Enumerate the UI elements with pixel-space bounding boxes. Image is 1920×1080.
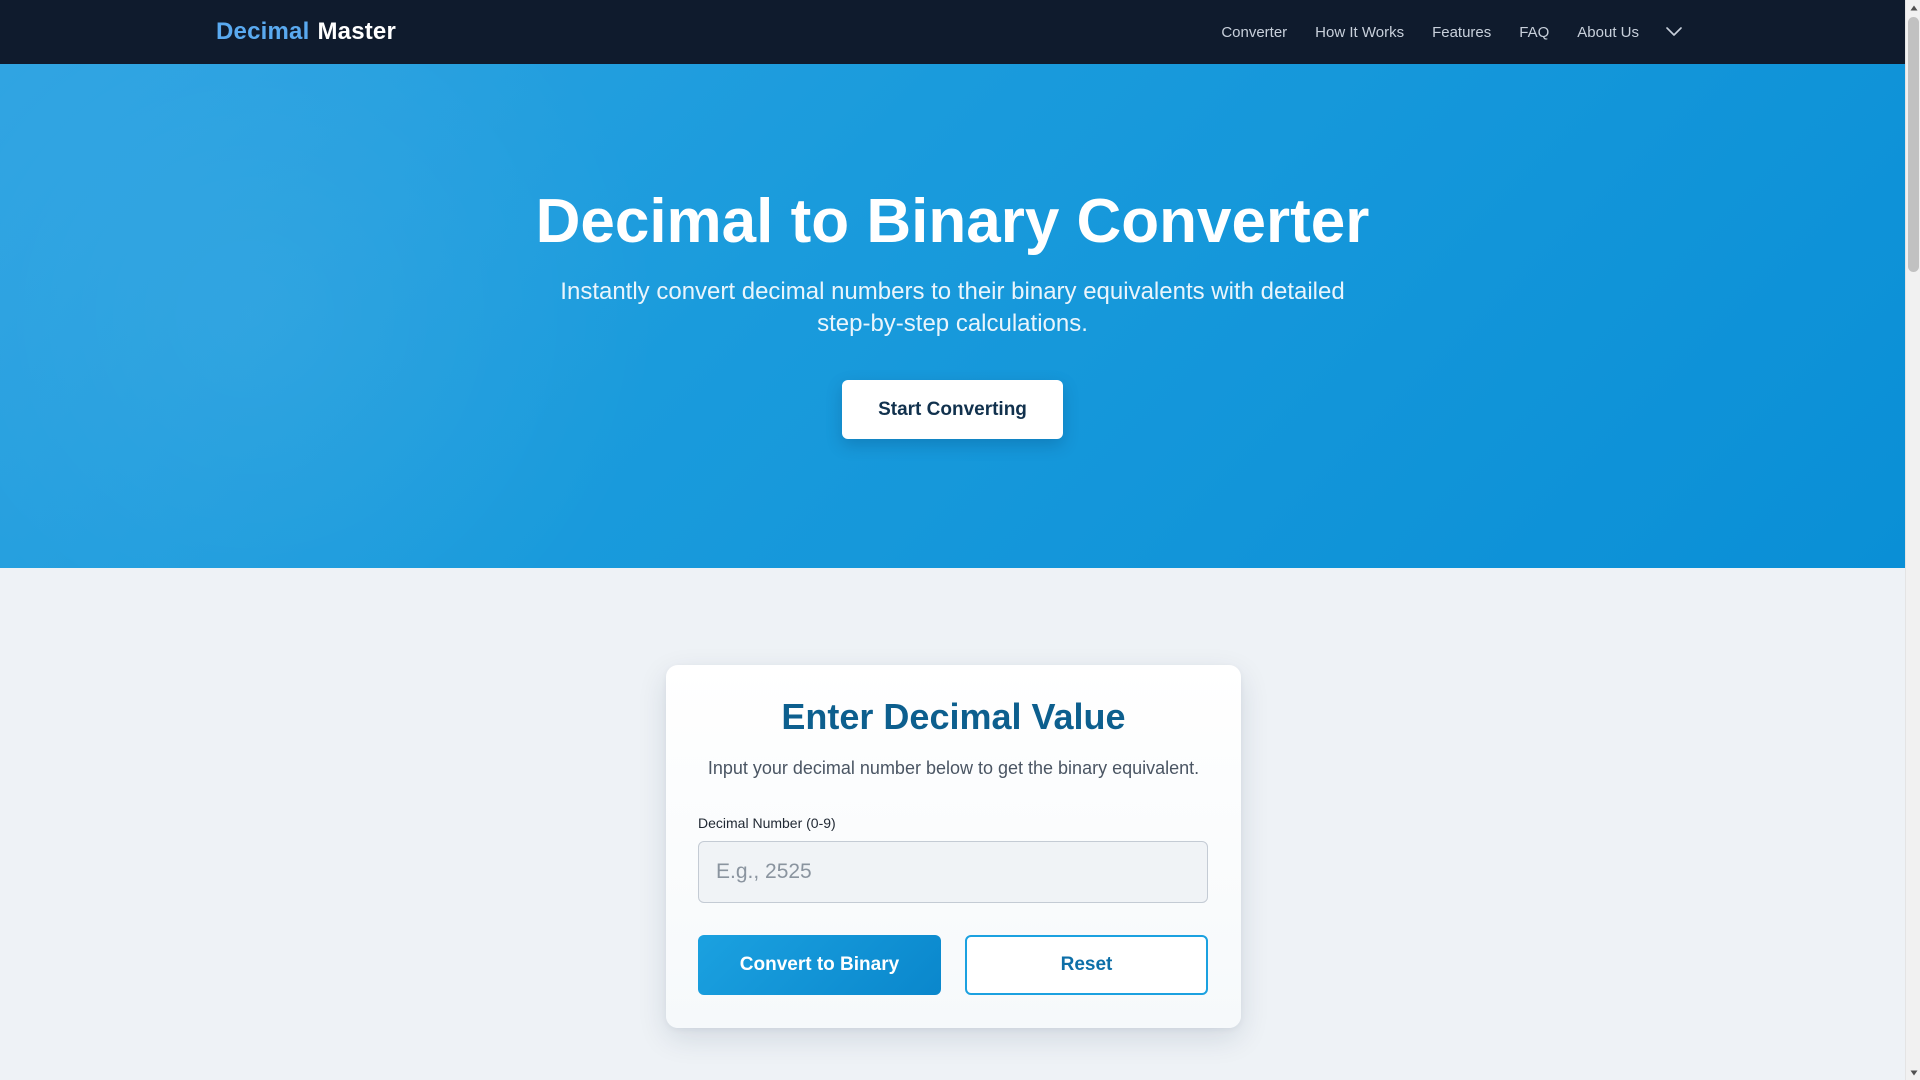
nav-link-how-it-works[interactable]: How It Works	[1315, 24, 1404, 41]
converter-description: Input your decimal number below to get t…	[707, 758, 1200, 778]
chevron-down-icon-graphic	[1666, 27, 1682, 36]
nav-link-features[interactable]: Features	[1432, 24, 1491, 41]
nav-links: Converter How It Works Features FAQ Abou…	[1221, 0, 1683, 64]
hero-section: Decimal to Binary Converter Instantly co…	[0, 64, 1905, 568]
hero-subtitle: Instantly convert decimal numbers to the…	[560, 278, 1345, 337]
nav-link-converter[interactable]: Converter	[1221, 24, 1287, 41]
scroll-up-arrow-icon[interactable]	[1906, 0, 1920, 15]
brand-logo[interactable]: Decimal Master	[216, 0, 396, 64]
scrollbar-thumb[interactable]	[1908, 17, 1919, 272]
brand-name-part2: Master	[317, 18, 397, 45]
chevron-down-icon[interactable]	[1665, 23, 1683, 41]
decimal-number-input[interactable]	[698, 841, 1208, 903]
decimal-input-label: Decimal Number (0-9)	[698, 815, 836, 831]
page-scrollbar[interactable]	[1905, 0, 1920, 1080]
scroll-down-arrow-icon[interactable]	[1906, 1065, 1920, 1080]
page: Decimal Master Converter How It Works Fe…	[0, 0, 1920, 1080]
top-navbar: Decimal Master Converter How It Works Fe…	[0, 0, 1905, 64]
brand-name-part1: Decimal	[216, 18, 310, 45]
convert-to-binary-button[interactable]: Convert to Binary	[698, 935, 941, 995]
converter-card: Enter Decimal Value Input your decimal n…	[666, 665, 1241, 1028]
converter-title: Enter Decimal Value	[781, 696, 1126, 737]
nav-link-about-us[interactable]: About Us	[1577, 24, 1639, 41]
hero-title: Decimal to Binary Converter	[535, 187, 1370, 256]
nav-link-faq[interactable]: FAQ	[1519, 24, 1549, 41]
reset-button[interactable]: Reset	[965, 935, 1208, 995]
start-converting-button[interactable]: Start Converting	[842, 380, 1063, 439]
